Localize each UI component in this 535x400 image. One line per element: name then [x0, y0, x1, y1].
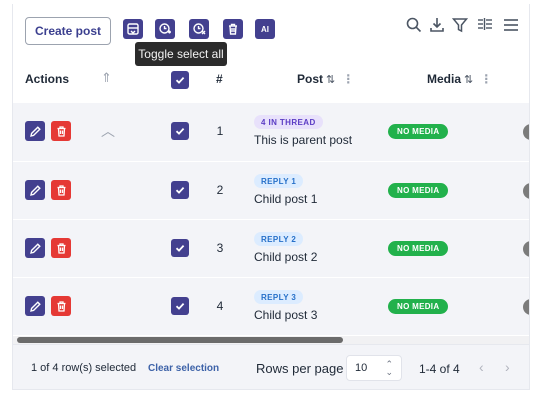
prev-page-icon[interactable]: ‹ — [479, 359, 484, 375]
collapse-rows-icon[interactable] — [123, 19, 143, 39]
next-page-icon[interactable]: › — [505, 359, 510, 375]
media-badge: NO MEDIA — [388, 241, 449, 256]
table-header: Actions ⇑ # Post ⇅ ⋮ Media ⇅ ⋮ — [13, 64, 529, 98]
column-header-actions: Actions — [25, 72, 70, 86]
row-checkbox[interactable] — [171, 122, 189, 140]
delete-icon[interactable] — [51, 121, 71, 141]
row-number: 3 — [216, 241, 224, 255]
media-badge: NO MEDIA — [388, 183, 449, 198]
scrollbar-thumb[interactable] — [17, 337, 343, 343]
media-badge: NO MEDIA — [388, 124, 449, 139]
table-row: 2 REPLY 1 Child post 1 NO MEDIA — [13, 161, 529, 219]
table-row: ︿ 1 4 IN THREAD This is parent post NO MEDIA — [13, 103, 529, 161]
row-number: 4 — [216, 299, 224, 313]
column-header-number: # — [216, 72, 223, 86]
select-all-checkbox[interactable] — [171, 71, 189, 89]
clock-remove-icon[interactable] — [189, 19, 209, 39]
column-header-post[interactable]: Post ⇅ ⋮ — [297, 72, 354, 86]
rows-per-page-select[interactable]: 10 ⌃ ⌄ — [346, 355, 402, 381]
selection-count: 1 of 4 row(s) selected — [31, 362, 137, 374]
edit-icon[interactable] — [25, 238, 45, 258]
clock-add-icon[interactable] — [155, 19, 175, 39]
delete-icon[interactable] — [51, 238, 71, 258]
thread-badge: REPLY 2 — [254, 232, 304, 246]
sort-icon[interactable]: ⇅ — [326, 73, 335, 86]
status-toggle[interactable] — [523, 241, 529, 257]
post-text[interactable]: Child post 1 — [254, 192, 317, 206]
table-toolbar: Create post AI — [13, 4, 529, 54]
row-checkbox[interactable] — [171, 181, 189, 199]
post-text[interactable]: Child post 3 — [254, 308, 317, 322]
download-icon[interactable] — [428, 16, 446, 34]
column-menu-icon[interactable]: ⋮ — [480, 72, 492, 86]
ai-button[interactable]: AI — [255, 19, 275, 39]
thread-badge: REPLY 1 — [254, 174, 304, 188]
menu-icon[interactable] — [502, 16, 520, 34]
row-checkbox[interactable] — [171, 239, 189, 257]
rows-per-page-label: Rows per page — [256, 361, 344, 376]
table-row: 3 REPLY 2 Child post 2 NO MEDIA — [13, 219, 529, 277]
media-badge: NO MEDIA — [388, 299, 449, 314]
status-toggle[interactable] — [523, 299, 529, 315]
edit-icon[interactable] — [25, 296, 45, 316]
expand-all-icon[interactable]: ⇑ — [101, 70, 112, 86]
sort-icon[interactable]: ⇅ — [464, 73, 473, 86]
posts-table-card: Create post AI Toggle select all Actions… — [12, 4, 530, 390]
filter-icon[interactable] — [451, 16, 469, 34]
collapse-chevron-icon[interactable]: ︿ — [101, 121, 115, 141]
delete-icon[interactable] — [51, 296, 71, 316]
thread-badge: REPLY 3 — [254, 290, 304, 304]
bulk-delete-icon[interactable] — [223, 19, 243, 39]
columns-icon[interactable] — [476, 16, 494, 34]
edit-icon[interactable] — [25, 121, 45, 141]
delete-icon[interactable] — [51, 180, 71, 200]
clear-selection-button[interactable]: Clear selection — [148, 363, 219, 374]
row-number: 2 — [216, 183, 224, 197]
row-number: 1 — [216, 124, 224, 138]
horizontal-scrollbar[interactable] — [13, 336, 529, 344]
pagination-range: 1-4 of 4 — [419, 362, 460, 376]
row-checkbox[interactable] — [171, 297, 189, 315]
toggle-select-all-tooltip: Toggle select all — [135, 42, 227, 66]
table-row: 4 REPLY 3 Child post 3 NO MEDIA — [13, 277, 529, 335]
column-menu-icon[interactable]: ⋮ — [342, 72, 354, 86]
column-header-media[interactable]: Media ⇅ ⋮ — [427, 72, 492, 86]
status-toggle[interactable] — [523, 124, 529, 140]
thread-badge: 4 IN THREAD — [254, 115, 323, 129]
post-text[interactable]: This is parent post — [254, 133, 352, 147]
select-caret-icon: ⌃ ⌄ — [385, 359, 393, 377]
search-icon[interactable] — [405, 16, 423, 34]
create-post-button[interactable]: Create post — [25, 17, 111, 45]
status-toggle[interactable] — [523, 183, 529, 199]
edit-icon[interactable] — [25, 180, 45, 200]
post-text[interactable]: Child post 2 — [254, 250, 317, 264]
table-footer: 1 of 4 row(s) selected Clear selection R… — [13, 344, 529, 389]
